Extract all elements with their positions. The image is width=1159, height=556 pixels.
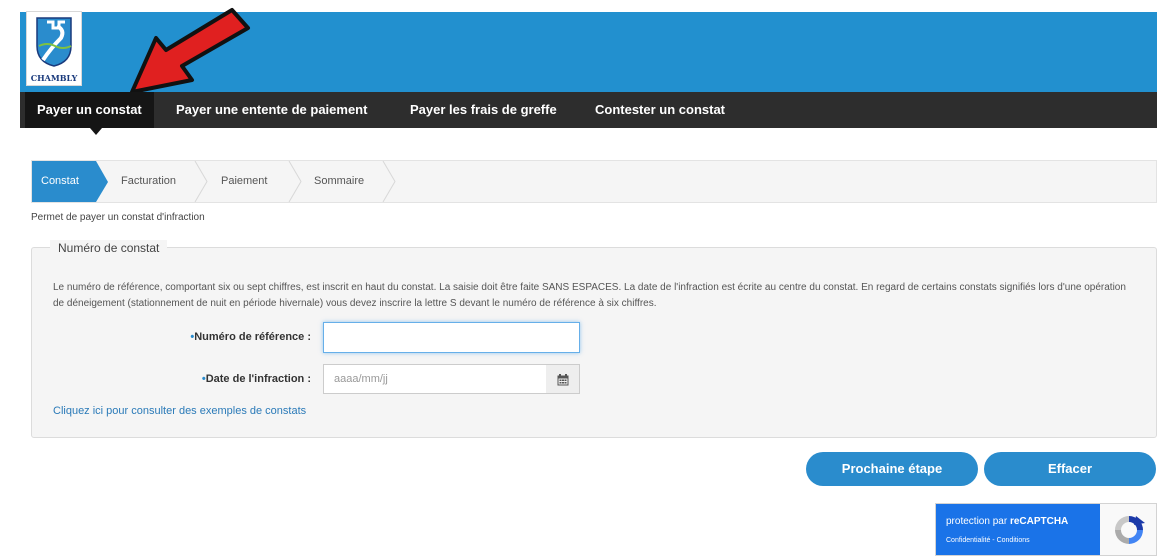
chambly-emblem-icon — [33, 16, 75, 68]
examples-link[interactable]: Cliquez ici pour consulter des exemples … — [53, 405, 306, 417]
step-constat[interactable]: Constat — [32, 161, 96, 202]
step-chevron-icon — [288, 161, 302, 202]
annotation-arrow-icon — [130, 8, 250, 94]
recaptcha-logo-icon — [1115, 516, 1145, 544]
nav-contester-constat[interactable]: Contester un constat — [583, 92, 737, 128]
step-facturation[interactable]: Facturation — [121, 161, 176, 202]
recaptcha-title: protection par reCAPTCHA — [946, 516, 1068, 527]
recaptcha-links[interactable]: Confidentialité - Conditions — [946, 537, 1030, 544]
recaptcha-title-prefix: protection par — [946, 516, 1010, 527]
nav-payer-constat[interactable]: Payer un constat — [25, 92, 154, 128]
step-active-tip — [96, 161, 108, 202]
form-description: Le numéro de référence, comportant six o… — [53, 282, 1126, 309]
clear-button[interactable]: Effacer — [984, 452, 1156, 486]
nav-payer-entente[interactable]: Payer une entente de paiement — [164, 92, 379, 128]
logo-text: CHAMBLY — [30, 73, 78, 83]
reference-number-input[interactable] — [323, 322, 580, 353]
step-chevron-icon — [194, 161, 208, 202]
step-indicator: Constat Facturation Paiement Sommaire — [31, 160, 1157, 203]
page-intro: Permet de payer un constat d'infraction — [31, 212, 205, 223]
main-nav: Payer un constat Payer une entente de pa… — [20, 92, 1157, 128]
date-label-text: Date de l'infraction : — [205, 373, 311, 385]
date-label: •Date de l'infraction : — [61, 373, 311, 385]
recaptcha-badge[interactable]: protection par reCAPTCHA Confidentialité… — [935, 503, 1157, 556]
step-paiement[interactable]: Paiement — [221, 161, 267, 202]
calendar-icon — [557, 374, 569, 386]
reference-label: •Numéro de référence : — [61, 331, 311, 343]
recaptcha-panel — [936, 504, 1100, 555]
next-step-button[interactable]: Prochaine étape — [806, 452, 978, 486]
reference-label-text: Numéro de référence : — [194, 331, 311, 343]
chambly-logo[interactable]: CHAMBLY — [26, 11, 82, 86]
infraction-date-input[interactable] — [323, 364, 547, 394]
calendar-button[interactable] — [546, 364, 580, 394]
fieldset-legend: Numéro de constat — [50, 240, 168, 256]
step-chevron-icon — [382, 161, 396, 202]
step-sommaire[interactable]: Sommaire — [314, 161, 364, 202]
nav-active-pointer — [90, 128, 102, 135]
nav-payer-frais-greffe[interactable]: Payer les frais de greffe — [398, 92, 569, 128]
recaptcha-brand: reCAPTCHA — [1009, 516, 1069, 527]
